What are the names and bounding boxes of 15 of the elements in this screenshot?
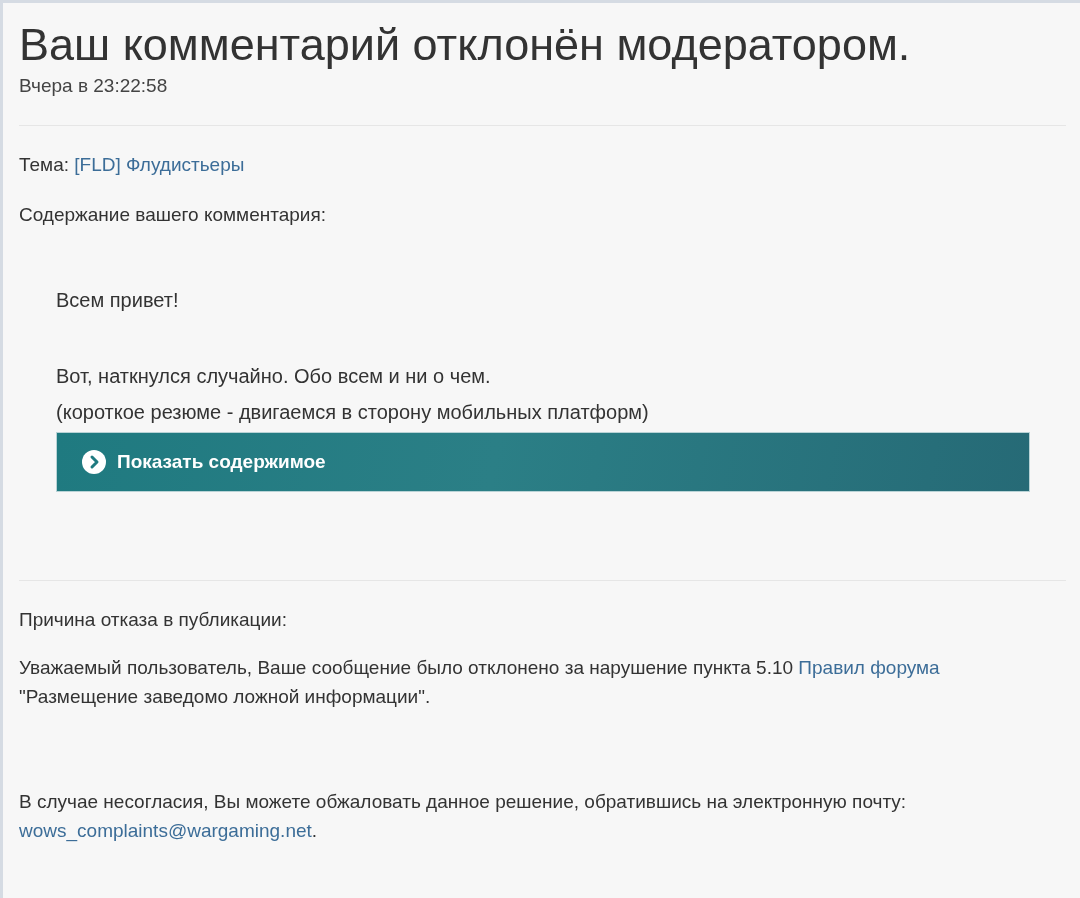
- chevron-circle-icon: [82, 450, 106, 474]
- timestamp: Вчера в 23:22:58: [19, 75, 168, 97]
- spoiler-button[interactable]: Показать содержимое: [56, 432, 1030, 492]
- appeal-text: В случае несогласия, Вы можете обжаловать данное решение, обратившись на электронную почту: wows_complaints@wargaming.net.: [19, 790, 908, 844]
- reason-label: Причина отказа в публикации:: [19, 609, 287, 631]
- topic-link[interactable]: [FLD] Флудистьеры: [74, 154, 245, 175]
- notification-title: Ваш комментарий отклонён модератором.: [19, 18, 911, 72]
- rules-link[interactable]: Правил форума: [798, 657, 940, 678]
- comment-text: Всем привет!: [56, 288, 179, 313]
- comment-text: Вот, наткнулся случайно. Обо всем и ни о чем.: [56, 364, 491, 389]
- comment-text: (короткое резюме - двигаемся в сторону мобильных платформ): [56, 400, 649, 425]
- email-link[interactable]: wows_complaints@wargaming.net: [19, 820, 312, 841]
- topic-label: Тема:: [19, 154, 69, 175]
- content-label: Содержание вашего комментария:: [19, 204, 326, 226]
- reason-text: Уважаемый пользователь, Ваше сообщение было отклонено за нарушение пункта 5.10 Правил форума "Размещение заведомо ложной информации".: [19, 656, 941, 709]
